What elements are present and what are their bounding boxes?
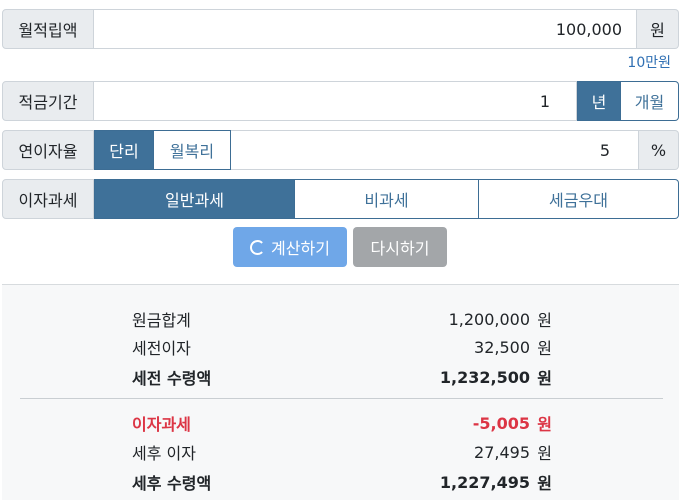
interest-tax-unit: 원 (537, 415, 552, 434)
principal-unit: 원 (537, 311, 552, 330)
pretax-interest-unit: 원 (537, 339, 552, 358)
period-label: 적금기간 (2, 81, 94, 121)
monthly-compound-button[interactable]: 월복리 (154, 130, 231, 170)
aftertax-total-row: 세후 수령액 1,227,495 원 (132, 468, 552, 496)
monthly-deposit-row: 월적립액 100,000 원 (2, 9, 679, 49)
period-row: 적금기간 1 년 개월 (2, 81, 679, 121)
pretax-interest-label: 세전이자 (132, 339, 191, 358)
pretax-total-value: 1,232,500 (439, 367, 530, 387)
monthly-deposit-hint: 10만원 (627, 55, 671, 71)
period-unit-year-button[interactable]: 년 (577, 81, 621, 121)
period-input[interactable]: 1 (94, 81, 577, 121)
reset-button[interactable]: 다시하기 (353, 227, 447, 267)
tax-row: 이자과세 일반과세 비과세 세금우대 (2, 179, 679, 219)
spinner-icon (250, 239, 266, 255)
period-unit-month-button[interactable]: 개월 (621, 81, 679, 121)
interest-rate-unit: % (639, 130, 679, 170)
principal-row: 원금합계 1,200,000 원 (132, 305, 552, 333)
interest-tax-row: 이자과세 -5,005 원 (132, 409, 552, 437)
calculate-button-label: 계산하기 (271, 239, 330, 258)
tax-general-button[interactable]: 일반과세 (94, 179, 295, 219)
tax-label: 이자과세 (2, 179, 94, 219)
monthly-deposit-input[interactable]: 100,000 (94, 9, 637, 49)
aftertax-interest-label: 세후 이자 (132, 444, 196, 463)
interest-rate-input[interactable]: 5 (231, 130, 639, 170)
aftertax-interest-unit: 원 (537, 444, 552, 463)
calculate-button[interactable]: 계산하기 (233, 227, 347, 267)
result-divider (20, 398, 663, 399)
principal-value: 1,200,000 (448, 309, 530, 329)
interest-tax-value: -5,005 (472, 413, 530, 433)
pretax-total-unit: 원 (537, 369, 552, 388)
aftertax-total-unit: 원 (537, 474, 552, 493)
principal-label: 원금합계 (132, 311, 191, 330)
aftertax-interest-value: 27,495 (474, 442, 530, 462)
pretax-total-row: 세전 수령액 1,232,500 원 (132, 363, 552, 391)
tax-preferential-button[interactable]: 세금우대 (479, 179, 679, 219)
aftertax-total-value: 1,227,495 (439, 472, 530, 492)
pretax-interest-value: 32,500 (474, 337, 530, 357)
tax-exempt-button[interactable]: 비과세 (295, 179, 479, 219)
interest-rate-label: 연이자율 (2, 130, 94, 170)
simple-interest-button[interactable]: 단리 (94, 130, 154, 170)
interest-rate-row: 연이자율 단리 월복리 5 % (2, 130, 679, 170)
pretax-interest-row: 세전이자 32,500 원 (132, 333, 552, 361)
aftertax-interest-row: 세후 이자 27,495 원 (132, 438, 552, 466)
monthly-deposit-label: 월적립액 (2, 9, 94, 49)
result-panel: 원금합계 1,200,000 원 세전이자 32,500 원 세전 수령액 1,… (2, 284, 679, 500)
aftertax-total-label: 세후 수령액 (132, 474, 212, 493)
interest-tax-label: 이자과세 (132, 415, 191, 434)
pretax-total-label: 세전 수령액 (132, 369, 212, 388)
monthly-deposit-unit: 원 (637, 9, 679, 49)
